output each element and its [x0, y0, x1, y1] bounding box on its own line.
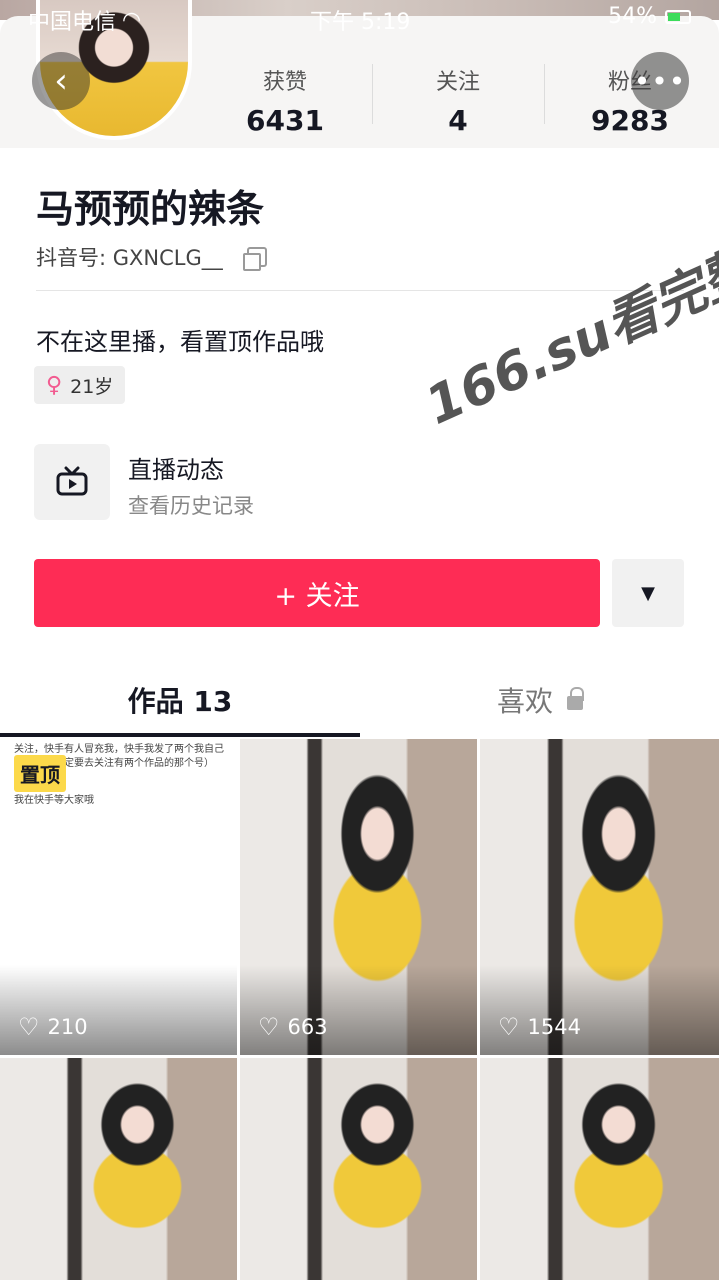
recommend-dropdown-button[interactable]: ▼: [612, 559, 684, 627]
back-button[interactable]: ‹: [32, 52, 90, 110]
stat-likes-label: 获赞: [262, 70, 307, 95]
live-title: 直播动态: [128, 456, 224, 484]
video-tile[interactable]: 关注，快手有人冒充我，快手我发了两个我自己的作品，一定要去关注有两个作品的那个号…: [0, 739, 237, 1055]
video-tile[interactable]: [480, 1058, 719, 1280]
battery-icon: [665, 9, 691, 24]
profile-bio: 不在这里播，看置顶作品哦: [36, 328, 324, 356]
pinned-badge: 置顶: [14, 755, 66, 792]
like-count-value: 1544: [527, 1015, 581, 1039]
tab-likes[interactable]: 喜欢: [360, 680, 719, 720]
heart-icon: ♡: [258, 1013, 280, 1041]
video-grid: 关注，快手有人冒充我，快手我发了两个我自己的作品，一定要去关注有两个作品的那个号…: [0, 739, 719, 1280]
watermark-text: 166.su看完整版: [417, 217, 719, 437]
stat-followers[interactable]: 粉丝 9283: [545, 64, 715, 137]
tab-likes-label: 喜欢: [496, 685, 553, 718]
heart-icon: ♡: [18, 1013, 40, 1041]
like-count-value: 663: [287, 1015, 328, 1039]
tab-works[interactable]: 作品 13: [0, 680, 360, 720]
tile-shade: [240, 965, 477, 1055]
tile-shade: [480, 965, 719, 1055]
battery-text: 54%: [608, 4, 657, 29]
heart-icon: ♡: [498, 1013, 520, 1041]
age-text: 21岁: [70, 375, 114, 398]
stat-likes[interactable]: 获赞 6431: [200, 64, 370, 137]
status-time: 下午 5:19: [310, 10, 411, 35]
like-count-value: 210: [47, 1015, 88, 1039]
like-count: ♡ 1544: [498, 1013, 581, 1041]
tile-shade: [0, 965, 237, 1055]
more-dots-icon: •••: [633, 64, 687, 98]
follow-button[interactable]: + 关注: [34, 559, 600, 627]
chevron-left-icon: ‹: [54, 61, 68, 101]
tab-indicator: [0, 733, 360, 737]
status-left: 中国电信 ◠: [28, 4, 141, 36]
video-tile[interactable]: ♡ 1544: [480, 739, 719, 1055]
live-history-entry[interactable]: 直播动态 查看历史记录: [34, 444, 434, 520]
douyin-id-row: 抖音号: GXNCLG__: [36, 242, 267, 272]
age-badge: ♀ 21岁: [34, 366, 126, 404]
video-tile[interactable]: [240, 1058, 477, 1280]
status-bar: 中国电信 ◠ 下午 5:19 54%: [0, 0, 719, 36]
stat-following[interactable]: 关注 4: [373, 64, 543, 137]
follow-label: + 关注: [274, 580, 360, 612]
douyin-id-text: 抖音号: GXNCLG__: [36, 246, 223, 270]
stat-likes-value: 6431: [246, 104, 324, 137]
wifi-icon: ◠: [122, 7, 142, 33]
lock-icon: [567, 687, 584, 710]
more-button[interactable]: •••: [631, 52, 689, 110]
video-tile[interactable]: ♡ 663: [240, 739, 477, 1055]
carrier-text: 中国电信: [28, 10, 117, 35]
stat-following-value: 4: [448, 104, 468, 137]
like-count: ♡ 210: [18, 1013, 88, 1041]
video-caption-2: 我在快手等大家哦: [14, 795, 94, 806]
live-icon-box: [34, 444, 110, 520]
female-icon: ♀: [46, 372, 63, 398]
live-subtitle: 查看历史记录: [128, 494, 254, 518]
stat-followers-value: 9283: [591, 104, 669, 137]
copy-icon[interactable]: [242, 247, 267, 271]
stat-followers-label: 粉丝: [607, 70, 652, 95]
stat-following-label: 关注: [435, 70, 480, 95]
tv-icon: [56, 466, 88, 496]
like-count: ♡ 663: [258, 1013, 328, 1041]
video-tile[interactable]: [0, 1058, 237, 1280]
status-right: 54%: [608, 4, 691, 29]
profile-name: 马预预的辣条: [36, 187, 265, 231]
caret-down-icon: ▼: [641, 582, 655, 604]
